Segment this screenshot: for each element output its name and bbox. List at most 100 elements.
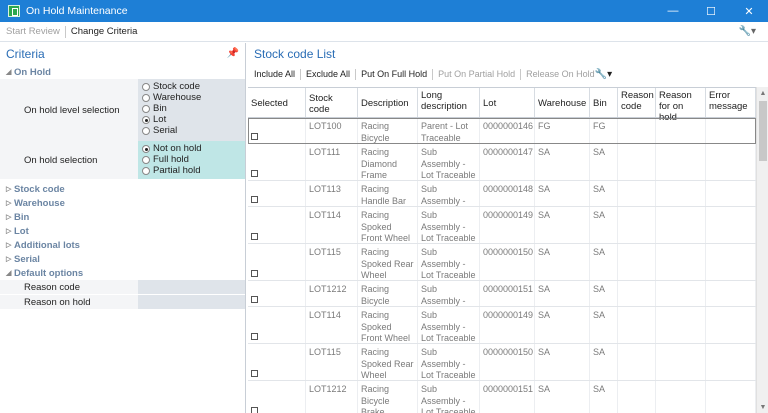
cell-lot: 0000000151 xyxy=(480,381,535,413)
col-reason-code[interactable]: Reason code xyxy=(618,88,656,117)
table-row[interactable]: LOT1212Racing Bicycle BrakeSub Assembly … xyxy=(248,381,756,413)
put-on-partial-hold-button[interactable]: Put On Partial Hold xyxy=(438,69,515,79)
section-lot[interactable]: ▷ Lot xyxy=(0,224,245,238)
table-row[interactable]: LOT1212Racing Bicycle BrakeSub Assembly … xyxy=(248,281,756,307)
cell-long-description: Sub Assembly - Lot Traceable xyxy=(418,144,480,180)
cell-selected[interactable] xyxy=(248,181,306,206)
cell-selected[interactable] xyxy=(248,118,306,143)
radio-icon xyxy=(142,93,150,102)
col-error-message[interactable]: Error message xyxy=(706,88,756,117)
table-row[interactable]: LOT113Racing Handle Bar AssemblySub Asse… xyxy=(248,181,756,207)
cell-reason-for-on-hold xyxy=(656,118,706,143)
list-header: Stock code List xyxy=(248,43,768,65)
table-row[interactable]: LOT114 Racing Spoked Front Wheel Sub Assem… xyxy=(248,307,756,344)
cell-selected[interactable] xyxy=(248,381,306,413)
section-additional-lots[interactable]: ▷ Additional lots xyxy=(0,238,245,252)
col-reason-for-on-hold[interactable]: Reason for on hold xyxy=(656,88,706,123)
cell-long-description: Sub Assembly - Lot Traceable xyxy=(418,381,480,413)
cell-selected[interactable] xyxy=(248,344,306,380)
cell-description: Racing Spoked Front Wheel xyxy=(358,207,418,243)
scroll-up-icon[interactable]: ▲ xyxy=(757,87,768,99)
maximize-icon[interactable]: ☐ xyxy=(692,0,730,22)
col-long-description[interactable]: Long description xyxy=(418,88,480,117)
table-row[interactable]: LOT111 Racing Diamond Frame Sub Assembly -… xyxy=(248,144,756,181)
cell-stock-code: LOT100 xyxy=(306,118,358,143)
close-icon[interactable]: ✕ xyxy=(730,0,768,22)
col-bin[interactable]: Bin xyxy=(590,88,618,117)
criteria-title: Criteria xyxy=(6,47,45,61)
cell-selected[interactable] xyxy=(248,307,306,343)
select-checkbox[interactable] xyxy=(251,333,258,340)
reason-code-input[interactable] xyxy=(138,280,245,294)
cell-reason-for-on-hold xyxy=(656,181,706,206)
change-criteria-button[interactable]: Change Criteria xyxy=(71,26,138,37)
window-controls: — ☐ ✕ xyxy=(654,0,768,22)
expand-arrow-icon: ▷ xyxy=(6,214,12,221)
radio-warehouse[interactable]: Warehouse xyxy=(142,92,245,103)
col-description[interactable]: Description xyxy=(358,88,418,117)
cell-selected[interactable] xyxy=(248,144,306,180)
wrench-icon[interactable]: 🔧▾ xyxy=(739,26,756,37)
radio-bin[interactable]: Bin xyxy=(142,103,245,114)
select-checkbox[interactable] xyxy=(251,196,258,203)
scroll-thumb[interactable] xyxy=(759,101,767,161)
section-default-options[interactable]: ◢ Default options xyxy=(0,266,245,280)
on-hold-selection-label: On hold selection xyxy=(0,141,138,179)
radio-stock-code[interactable]: Stock code xyxy=(142,81,245,92)
cell-lot: 0000000148 xyxy=(480,181,535,206)
cell-bin: SA xyxy=(590,181,618,206)
col-warehouse[interactable]: Warehouse xyxy=(535,88,590,117)
vertical-scrollbar[interactable]: ▲ ▼ xyxy=(756,87,768,413)
select-checkbox[interactable] xyxy=(251,133,258,140)
cell-long-description: Sub Assembly - Lot Traceable xyxy=(418,207,480,243)
cell-stock-code: LOT1212 xyxy=(306,281,358,306)
section-stock-code[interactable]: ▷ Stock code xyxy=(0,182,245,196)
table-row[interactable]: LOT100 Racing Bicycle Parent - Lot Traceab… xyxy=(248,118,756,144)
include-all-button[interactable]: Include All xyxy=(254,69,295,79)
scroll-down-icon[interactable]: ▼ xyxy=(757,401,768,413)
app-icon xyxy=(8,5,20,17)
cell-bin: SA xyxy=(590,307,618,343)
table-row[interactable]: LOT115 Racing Spoked Rear Wheel Sub Assemb… xyxy=(248,244,756,281)
col-stock-code[interactable]: Stock code xyxy=(306,88,358,117)
section-bin[interactable]: ▷ Bin xyxy=(0,210,245,224)
section-warehouse[interactable]: ▷ Warehouse xyxy=(0,196,245,210)
radio-full-hold[interactable]: Full hold xyxy=(142,154,245,165)
select-checkbox[interactable] xyxy=(251,370,258,377)
exclude-all-button[interactable]: Exclude All xyxy=(306,69,350,79)
radio-partial-hold[interactable]: Partial hold xyxy=(142,165,245,176)
cell-description: Racing Bicycle Brake xyxy=(358,281,418,306)
cell-bin: SA xyxy=(590,381,618,413)
radio-serial[interactable]: Serial xyxy=(142,125,245,136)
col-selected[interactable]: Selected xyxy=(248,88,306,117)
cell-selected[interactable] xyxy=(248,244,306,280)
cell-error-message xyxy=(706,307,756,343)
select-checkbox[interactable] xyxy=(251,296,258,303)
cell-selected[interactable] xyxy=(248,281,306,306)
wrench-icon[interactable]: 🔧▾ xyxy=(595,69,612,80)
put-on-full-hold-button[interactable]: Put On Full Hold xyxy=(361,69,427,79)
cell-bin: SA xyxy=(590,281,618,306)
table-row[interactable]: LOT114 Racing Spoked Front Wheel Sub Assem… xyxy=(248,207,756,244)
cell-bin: SA xyxy=(590,344,618,380)
minimize-icon[interactable]: — xyxy=(654,0,692,22)
pin-icon[interactable]: 📌 xyxy=(227,48,239,59)
select-checkbox[interactable] xyxy=(251,233,258,240)
release-on-hold-button[interactable]: Release On Hold xyxy=(526,69,595,79)
radio-not-on-hold[interactable]: Not on hold xyxy=(142,143,245,154)
on-hold-selection-options: Not on hold Full hold Partial hold xyxy=(138,141,245,179)
table-row[interactable]: LOT115 Racing Spoked Rear Wheel Sub Assemb… xyxy=(248,344,756,381)
radio-lot[interactable]: Lot xyxy=(142,114,245,125)
start-review-button[interactable]: Start Review xyxy=(6,26,60,37)
reason-on-hold-input[interactable] xyxy=(138,295,245,309)
select-checkbox[interactable] xyxy=(251,270,258,277)
col-lot[interactable]: Lot xyxy=(480,88,535,117)
cell-selected[interactable] xyxy=(248,207,306,243)
cell-lot: 0000000149 xyxy=(480,207,535,243)
select-checkbox[interactable] xyxy=(251,407,258,413)
on-hold-level-options: Stock code Warehouse Bin Lot Serial xyxy=(138,79,245,141)
section-serial[interactable]: ▷ Serial xyxy=(0,252,245,266)
cell-reason-for-on-hold xyxy=(656,207,706,243)
select-checkbox[interactable] xyxy=(251,170,258,177)
section-on-hold[interactable]: ◢ On Hold xyxy=(0,65,245,79)
